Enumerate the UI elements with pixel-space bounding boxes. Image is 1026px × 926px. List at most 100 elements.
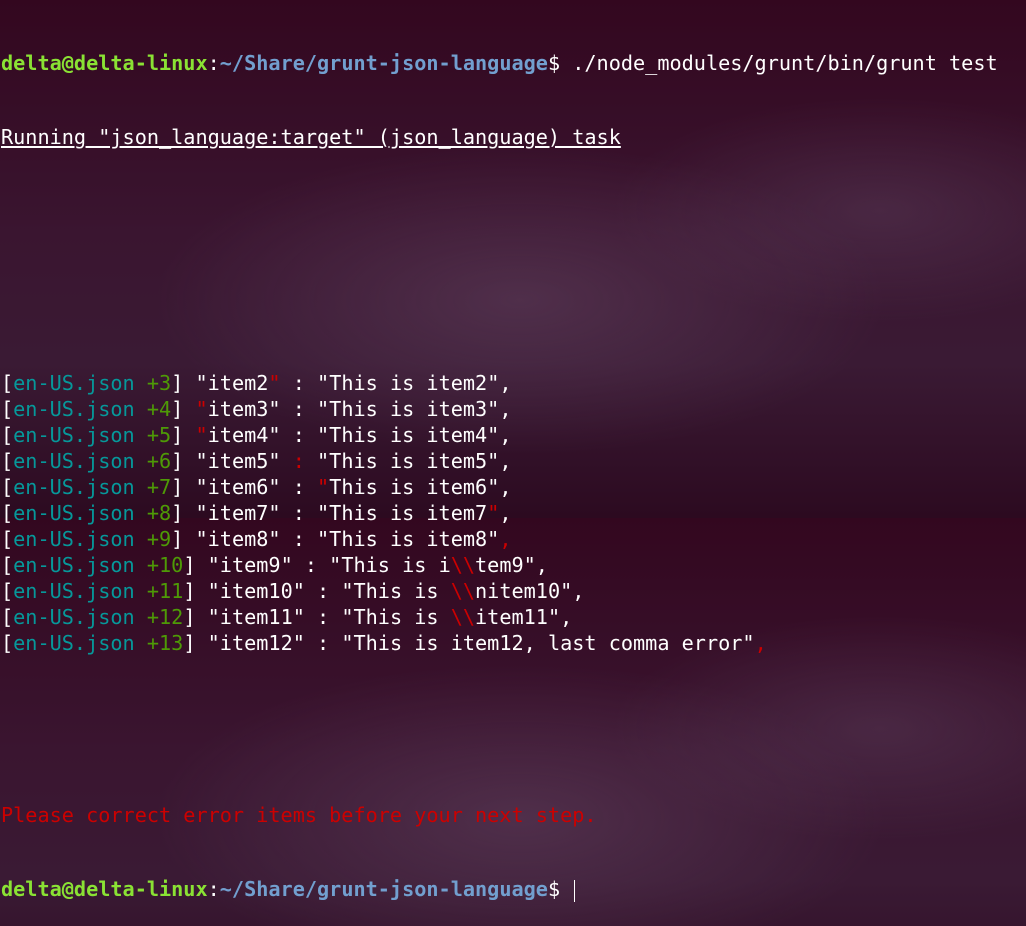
command-text: ./node_modules/grunt/bin/grunt test bbox=[572, 51, 998, 75]
file-name: en-US.json bbox=[13, 371, 135, 395]
line-number: +6 bbox=[146, 449, 172, 473]
bracket-open: [ bbox=[1, 397, 14, 421]
line-number: +9 bbox=[146, 527, 172, 551]
error-mark: , bbox=[754, 631, 767, 655]
bracket-close: ] bbox=[171, 527, 196, 551]
line-number: +8 bbox=[146, 501, 172, 525]
line-number: +10 bbox=[146, 553, 184, 577]
file-name: en-US.json bbox=[13, 553, 135, 577]
json-text: "item11" : "This is bbox=[207, 605, 451, 629]
bracket-open: [ bbox=[1, 579, 14, 603]
json-text: "item5" bbox=[195, 449, 293, 473]
prompt-user-host: delta@delta-linux bbox=[1, 877, 208, 901]
error-mark: " bbox=[317, 475, 330, 499]
json-text: "item10" : "This is bbox=[207, 579, 451, 603]
json-text: "item9" : "This is i bbox=[207, 553, 451, 577]
json-text: This is item6", bbox=[329, 475, 512, 499]
file-name: en-US.json bbox=[13, 605, 135, 629]
bracket-open: [ bbox=[1, 475, 14, 499]
file-name: en-US.json bbox=[13, 631, 135, 655]
json-text: : "This is item2", bbox=[280, 371, 512, 395]
file-name: en-US.json bbox=[13, 423, 135, 447]
line-number: +13 bbox=[146, 631, 184, 655]
json-text: tem9", bbox=[475, 553, 548, 577]
output-row: [en-US.json +6] "item5" : "This is item5… bbox=[1, 448, 1026, 474]
error-mark: : bbox=[292, 449, 305, 473]
file-name: en-US.json bbox=[13, 475, 135, 499]
bracket-open: [ bbox=[1, 631, 14, 655]
prompt-path: ~/Share/grunt-json-language bbox=[219, 877, 548, 901]
bracket-close: ] bbox=[171, 397, 196, 421]
output-row: [en-US.json +4] "item3" : "This is item3… bbox=[1, 396, 1026, 422]
prompt-user-host: delta@delta-linux bbox=[1, 51, 208, 75]
json-text: "This is item5", bbox=[304, 449, 512, 473]
line-number: +3 bbox=[146, 371, 172, 395]
json-text: item11", bbox=[475, 605, 573, 629]
command-line: delta@delta-linux:~/Share/grunt-json-lan… bbox=[1, 50, 1026, 76]
task-line: Running "json_language:target" (json_lan… bbox=[1, 125, 621, 149]
prompt-dollar: $ bbox=[547, 51, 573, 75]
error-message: Please correct error items before your n… bbox=[1, 803, 597, 827]
bracket-close: ] bbox=[171, 475, 196, 499]
bracket-open: [ bbox=[1, 605, 14, 629]
json-text: "item12" : "This is item12, last comma e… bbox=[207, 631, 755, 655]
error-mark: " bbox=[195, 397, 208, 421]
output-row: [en-US.json +3] "item2" : "This is item2… bbox=[1, 370, 1026, 396]
prompt-line[interactable]: delta@delta-linux:~/Share/grunt-json-lan… bbox=[1, 876, 1026, 902]
json-text: "item8" : "This is item8" bbox=[195, 527, 500, 551]
prompt-colon: : bbox=[207, 877, 220, 901]
error-mark: , bbox=[499, 527, 512, 551]
output-row: [en-US.json +8] "item7" : "This is item7… bbox=[1, 500, 1026, 526]
json-text: "item6" : bbox=[195, 475, 318, 499]
error-mark: " bbox=[268, 371, 281, 395]
output-row: [en-US.json +5] "item4" : "This is item4… bbox=[1, 422, 1026, 448]
output-row: [en-US.json +10] "item9" : "This is i\\t… bbox=[1, 552, 1026, 578]
file-name: en-US.json bbox=[13, 579, 135, 603]
line-number: +4 bbox=[146, 397, 172, 421]
error-mark: " bbox=[195, 423, 208, 447]
bracket-open: [ bbox=[1, 527, 14, 551]
json-text: item4" : "This is item4", bbox=[207, 423, 512, 447]
file-name: en-US.json bbox=[13, 397, 135, 421]
json-text: nitem10", bbox=[475, 579, 585, 603]
bracket-close: ] bbox=[183, 579, 208, 603]
bracket-close: ] bbox=[171, 371, 196, 395]
bracket-close: ] bbox=[171, 501, 196, 525]
terminal-window[interactable]: delta@delta-linux:~/Share/grunt-json-lan… bbox=[0, 0, 1026, 902]
output-row: [en-US.json +11] "item10" : "This is \\n… bbox=[1, 578, 1026, 604]
json-text: item3" : "This is item3", bbox=[207, 397, 512, 421]
bracket-open: [ bbox=[1, 449, 14, 473]
line-number: +7 bbox=[146, 475, 172, 499]
output-row: [en-US.json +9] "item8" : "This is item8… bbox=[1, 526, 1026, 552]
error-mark: " bbox=[487, 501, 500, 525]
prompt-dollar: $ bbox=[547, 877, 573, 901]
error-mark: \\ bbox=[450, 579, 476, 603]
bracket-open: [ bbox=[1, 501, 14, 525]
output-row: [en-US.json +12] "item11" : "This is \\i… bbox=[1, 604, 1026, 630]
json-text: , bbox=[499, 501, 512, 525]
prompt-path: ~/Share/grunt-json-language bbox=[219, 51, 548, 75]
line-number: +11 bbox=[146, 579, 184, 603]
json-text: "item7" : "This is item7 bbox=[195, 501, 488, 525]
error-mark: \\ bbox=[450, 605, 476, 629]
output-row: [en-US.json +7] "item6" : "This is item6… bbox=[1, 474, 1026, 500]
line-number: +12 bbox=[146, 605, 184, 629]
bracket-close: ] bbox=[183, 631, 208, 655]
bracket-close: ] bbox=[171, 423, 196, 447]
line-number: +5 bbox=[146, 423, 172, 447]
file-name: en-US.json bbox=[13, 449, 135, 473]
file-name: en-US.json bbox=[13, 501, 135, 525]
output-row: [en-US.json +13] "item12" : "This is ite… bbox=[1, 630, 1026, 656]
